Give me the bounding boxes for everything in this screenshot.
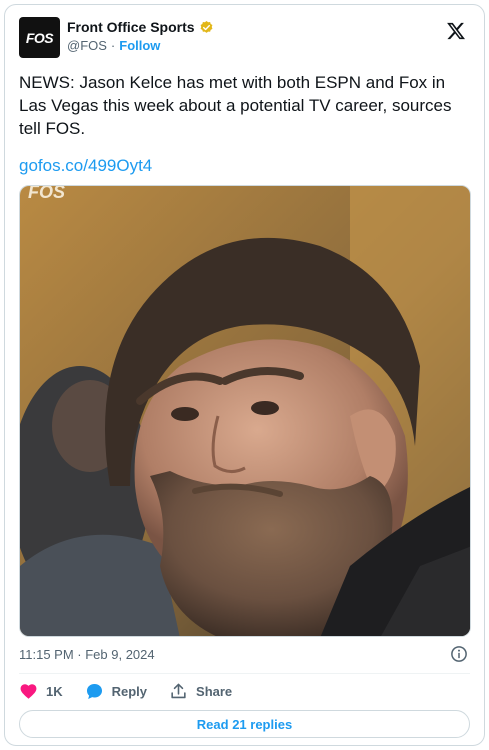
- tweet-text: NEWS: Jason Kelce has met with both ESPN…: [19, 73, 452, 138]
- reply-label: Reply: [111, 684, 148, 699]
- reply-bubble-icon: [86, 683, 102, 700]
- share-icon: [171, 683, 186, 699]
- like-button[interactable]: 1K: [19, 682, 63, 701]
- verified-badge-icon: [200, 20, 212, 33]
- reply-button[interactable]: Reply: [85, 682, 147, 701]
- image-watermark: FOS: [28, 186, 65, 202]
- likes-count: 1K: [46, 684, 63, 699]
- author-info: Front Office Sports @FOS · Follow: [67, 19, 214, 53]
- share-label: Share: [196, 684, 233, 699]
- display-name[interactable]: Front Office Sports: [67, 19, 195, 35]
- tweet-header: FOS Front Office Sports @FOS · Follow: [19, 17, 470, 61]
- tweet-link[interactable]: gofos.co/499Oyt4: [19, 156, 152, 176]
- avatar[interactable]: FOS: [19, 17, 60, 58]
- separator: ·: [110, 38, 116, 53]
- tweet-image[interactable]: FOS: [19, 185, 471, 637]
- tweet-card: FOS Front Office Sports @FOS · Follow NE…: [4, 4, 485, 746]
- handle-row: @FOS · Follow: [67, 38, 214, 53]
- read-replies-button[interactable]: Read 21 replies: [19, 710, 470, 738]
- tweet-timestamp[interactable]: 11:15 PM · Feb 9, 2024: [19, 647, 155, 662]
- photo-jason-kelce: FOS: [20, 186, 470, 636]
- action-bar: 1K Reply Share: [19, 682, 232, 701]
- heart-icon: [20, 684, 37, 699]
- divider: [19, 673, 470, 674]
- name-row: Front Office Sports: [67, 19, 214, 35]
- x-logo-icon[interactable]: [446, 21, 466, 41]
- handle[interactable]: @FOS: [67, 38, 107, 53]
- share-button[interactable]: Share: [169, 682, 232, 701]
- info-icon[interactable]: [450, 645, 468, 663]
- follow-button[interactable]: Follow: [119, 38, 160, 53]
